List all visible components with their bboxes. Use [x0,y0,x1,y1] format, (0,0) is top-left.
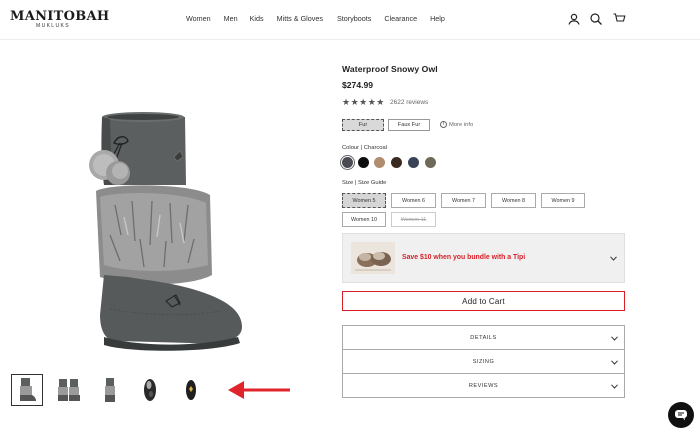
nav-storyboots[interactable]: Storyboots [337,14,371,23]
rating-stars[interactable]: ★★★★★ [342,97,385,108]
nav-kids[interactable]: Kids [250,14,264,23]
size-women-6-label: Women 6 [402,197,425,204]
nav-men[interactable]: Men [224,14,238,23]
thumb-sole[interactable] [134,374,166,406]
product-main-image[interactable] [70,105,270,360]
nav-clearance[interactable]: Clearance [384,14,417,23]
material-fur[interactable]: Fur [342,119,384,131]
accordion-sizing-label: SIZING [472,358,495,365]
site-header: MANITOBAH MUKLUKS Women Men Kids Mitts &… [0,0,700,40]
size-women-11-label: Women 11 [400,216,427,223]
size-women-6[interactable]: Women 6 [391,193,436,208]
add-to-cart-button[interactable]: Add to Cart [342,291,625,311]
accordion-details-label: DETAILS [470,334,497,341]
size-women-9-label: Women 9 [551,197,575,204]
colour-label: Colour | Charcoal [342,145,388,151]
chevron-down-icon [611,384,618,389]
size-women-10[interactable]: Women 10 [342,212,386,227]
brand-logo[interactable]: MANITOBAH MUKLUKS [10,9,109,31]
product-title: Waterproof Snowy Owl [342,64,438,74]
swatch-charcoal[interactable] [342,157,353,168]
bundle-offer[interactable]: Save $10 when you bundle with a Tipi [342,233,625,283]
thumb-side[interactable] [94,374,126,406]
add-to-cart-label: Add to Cart [462,296,505,306]
material-faux-fur-label: Faux Fur [397,122,421,128]
size-women-11[interactable]: Women 11 [391,212,436,227]
accordion-sizing[interactable]: SIZING [342,349,625,374]
chevron-down-icon [610,256,617,261]
chevron-down-icon [611,360,618,365]
accordion-reviews[interactable]: REVIEWS [342,373,625,398]
search-icon[interactable] [589,12,603,26]
chevron-down-icon [611,336,618,341]
bundle-text: Save $10 when you bundle with a Tipi [402,254,526,261]
size-label: Size | Size Guide [342,180,387,186]
thumb-pair[interactable] [53,374,85,406]
swatch-tan[interactable] [374,157,385,168]
accordion-details[interactable]: DETAILS [342,325,625,350]
size-women-10-label: Women 10 [351,216,377,223]
material-fur-label: Fur [358,122,368,128]
more-info-link[interactable]: i More info [440,121,473,128]
swatch-navy[interactable] [408,157,419,168]
boot-pair-icon [58,379,80,401]
nav-women[interactable]: Women [186,14,211,23]
account-icon[interactable] [567,12,581,26]
cart-icon[interactable] [612,12,626,26]
boot-sole-icon [144,379,156,401]
info-icon: i [440,121,447,128]
brand-sub: MUKLUKS [36,23,70,29]
tipi-slippers-image [351,242,395,274]
thumb-top[interactable] [175,374,207,406]
chat-icon [675,410,687,421]
size-women-9[interactable]: Women 9 [541,193,585,208]
nav-mitts-gloves[interactable]: Mitts & Gloves [277,14,323,23]
boot-side-icon [105,378,115,402]
boot-thumbnail-icon [20,378,36,401]
size-women-8-label: Women 8 [502,197,525,204]
swatch-black[interactable] [358,157,369,168]
size-women-7-label: Women 7 [452,197,475,204]
product-price: $274.99 [342,80,374,90]
swatch-brown[interactable] [391,157,402,168]
brand-name: MANITOBAH [10,9,110,24]
chat-button[interactable] [668,402,694,428]
thumb-front[interactable] [11,374,43,406]
reviews-link[interactable]: 2622 reviews [390,99,428,106]
size-women-5[interactable]: Women 5 [342,193,386,208]
swatch-olive[interactable] [425,157,436,168]
size-women-5-label: Women 5 [352,197,376,204]
more-info-label: More info [449,121,474,128]
size-women-8[interactable]: Women 8 [491,193,536,208]
size-women-7[interactable]: Women 7 [441,193,486,208]
boot-top-icon [186,380,196,400]
red-arrow-annotation [228,381,290,399]
nav-help[interactable]: Help [430,14,445,23]
accordion-reviews-label: REVIEWS [468,382,499,389]
main-nav: Women Men Kids Mitts & Gloves Storyboots… [186,14,445,23]
material-faux-fur[interactable]: Faux Fur [388,119,430,131]
